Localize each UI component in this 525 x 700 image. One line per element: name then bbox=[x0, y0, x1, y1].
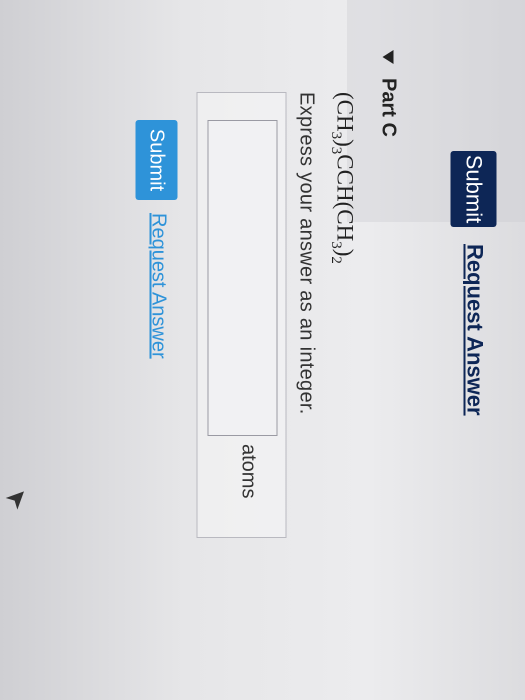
formula: (CH3)3CCH(CH3)2 bbox=[327, 92, 358, 264]
mouse-cursor-icon: ➤ bbox=[0, 479, 35, 516]
formula-part-1: (CH bbox=[332, 92, 358, 132]
unit-label: atoms bbox=[237, 444, 260, 499]
formula-sub-4: 2 bbox=[327, 256, 344, 264]
rotated-content: Submit Request Answer Part C (CH3)3CCH(C… bbox=[0, 0, 525, 700]
formula-part-3: CCH(CH bbox=[332, 154, 358, 242]
top-request-answer-link[interactable]: Request Answer bbox=[462, 244, 488, 416]
formula-part-2: ) bbox=[332, 139, 358, 147]
top-submit-button[interactable]: Submit bbox=[450, 151, 497, 227]
answer-input[interactable] bbox=[207, 120, 278, 436]
formula-sub-3: 3 bbox=[327, 241, 344, 249]
caret-down-icon[interactable] bbox=[382, 50, 394, 64]
part-header[interactable]: Part C bbox=[377, 50, 400, 137]
instruction-text: Express your answer as an integer. bbox=[295, 92, 318, 415]
part-title: Part C bbox=[377, 78, 400, 137]
submit-button[interactable]: Submit bbox=[135, 120, 178, 200]
request-answer-link[interactable]: Request Answer bbox=[147, 213, 170, 359]
photo-screen: Submit Request Answer Part C (CH3)3CCH(C… bbox=[0, 0, 525, 700]
formula-sub-1: 3 bbox=[327, 131, 344, 140]
